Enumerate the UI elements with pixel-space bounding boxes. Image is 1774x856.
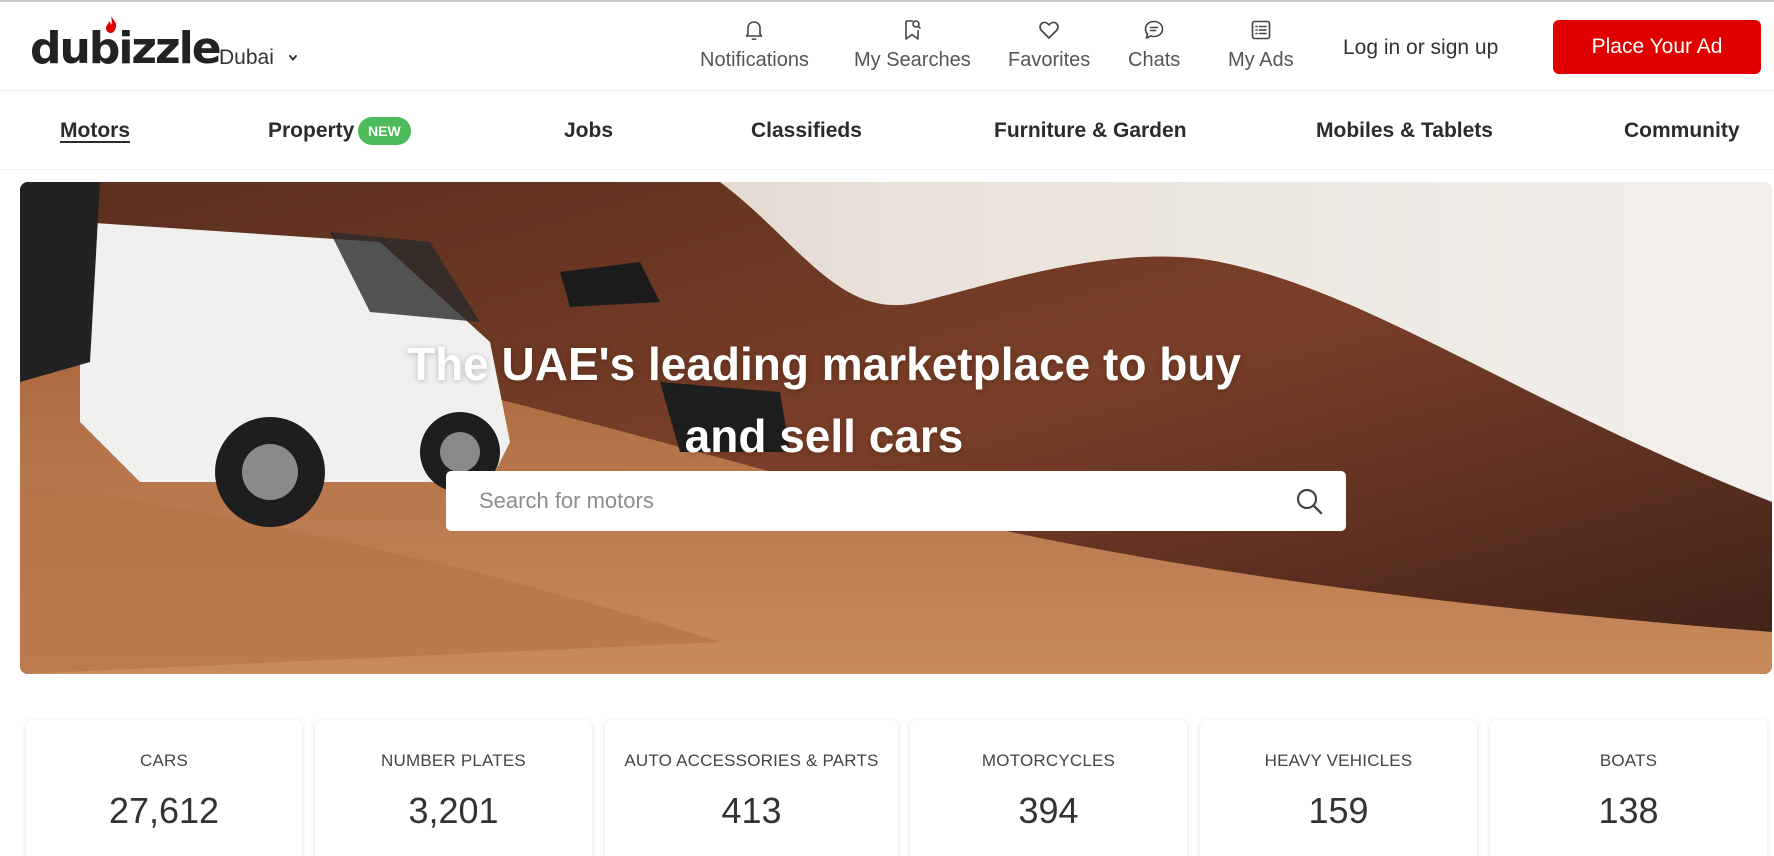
search-icon[interactable] xyxy=(1294,486,1324,516)
stat-title: NUMBER PLATES xyxy=(381,751,526,770)
stat-card-auto-accessories-parts[interactable]: AUTO ACCESSORIES & PARTS 413 xyxy=(605,720,898,856)
stat-card-heavy-vehicles[interactable]: HEAVY VEHICLES 159 xyxy=(1200,720,1477,856)
search-input[interactable] xyxy=(446,471,1294,531)
stat-card-number-plates[interactable]: NUMBER PLATES 3,201 xyxy=(315,720,592,856)
category-community[interactable]: Community xyxy=(1624,119,1740,143)
nav-favorites[interactable]: Favorites xyxy=(1008,18,1090,72)
nav-my-searches[interactable]: My Searches xyxy=(854,18,971,72)
hero-headline-line2: and sell cars xyxy=(684,410,964,462)
heart-icon xyxy=(1039,21,1059,39)
bell-icon xyxy=(746,21,763,41)
nav-notifications[interactable]: Notifications xyxy=(700,18,809,72)
chat-icon xyxy=(1144,20,1164,39)
nav-my-ads[interactable]: My Ads xyxy=(1228,18,1294,72)
stat-card-cars[interactable]: CARS 27,612 xyxy=(26,720,302,856)
nav-notifications-label: Notifications xyxy=(700,49,809,71)
nav-my-searches-label: My Searches xyxy=(854,49,971,71)
hero-headline-line1: The UAE's leading marketplace to buy xyxy=(406,338,1242,390)
stat-title: AUTO ACCESSORIES & PARTS xyxy=(624,751,879,770)
chevron-down-icon xyxy=(288,55,297,62)
category-property[interactable]: Property xyxy=(268,119,354,143)
category-furniture-garden[interactable]: Furniture & Garden xyxy=(994,119,1187,143)
stat-count: 3,201 xyxy=(408,790,499,831)
nav-chats[interactable]: Chats xyxy=(1128,18,1180,72)
hero-headline: The UAE's leading marketplace to buy and… xyxy=(20,328,1772,472)
new-badge: NEW xyxy=(358,117,411,145)
city-label: Dubai xyxy=(219,46,274,69)
list-icon xyxy=(1251,20,1271,40)
stat-title: MOTORCYCLES xyxy=(981,751,1116,770)
nav-favorites-label: Favorites xyxy=(1008,49,1091,71)
nav-my-ads-label: My Ads xyxy=(1228,49,1294,71)
category-motors[interactable]: Motors xyxy=(60,119,130,143)
stat-count: 138 xyxy=(1598,790,1659,831)
category-stats: CARS 27,612 NUMBER PLATES 3,201 AUTO ACC… xyxy=(0,720,1774,856)
city-selector[interactable]: Dubai xyxy=(219,46,298,70)
stat-count: 394 xyxy=(1018,790,1079,831)
stat-title: BOATS xyxy=(1599,751,1658,770)
dubizzle-logo[interactable]: dubizzle xyxy=(30,16,222,74)
category-jobs[interactable]: Jobs xyxy=(564,119,613,143)
hero-banner: The UAE's leading marketplace to buy and… xyxy=(20,182,1772,674)
stat-count: 159 xyxy=(1308,790,1369,831)
category-mobiles-tablets[interactable]: Mobiles & Tablets xyxy=(1316,119,1493,143)
stat-title: CARS xyxy=(139,751,189,770)
stat-card-boats[interactable]: BOATS 138 xyxy=(1490,720,1767,856)
login-link[interactable]: Log in or sign up xyxy=(1343,36,1498,60)
search-box xyxy=(446,471,1346,531)
site-header: dubizzle Dubai Notifications My Searches… xyxy=(0,2,1774,91)
category-bar: Motors Property NEW Jobs Classifieds Fur… xyxy=(0,91,1774,170)
stat-count: 413 xyxy=(721,790,782,831)
nav-chats-label: Chats xyxy=(1128,49,1181,71)
place-ad-button[interactable]: Place Your Ad xyxy=(1553,20,1761,74)
stat-title: HEAVY VEHICLES xyxy=(1264,751,1413,770)
stat-count: 27,612 xyxy=(108,790,220,831)
logo-text: dubizzle xyxy=(30,23,222,74)
bookmark-search-icon xyxy=(905,20,922,40)
stat-card-motorcycles[interactable]: MOTORCYCLES 394 xyxy=(910,720,1187,856)
category-classifieds[interactable]: Classifieds xyxy=(751,119,862,143)
flame-icon xyxy=(106,16,117,33)
